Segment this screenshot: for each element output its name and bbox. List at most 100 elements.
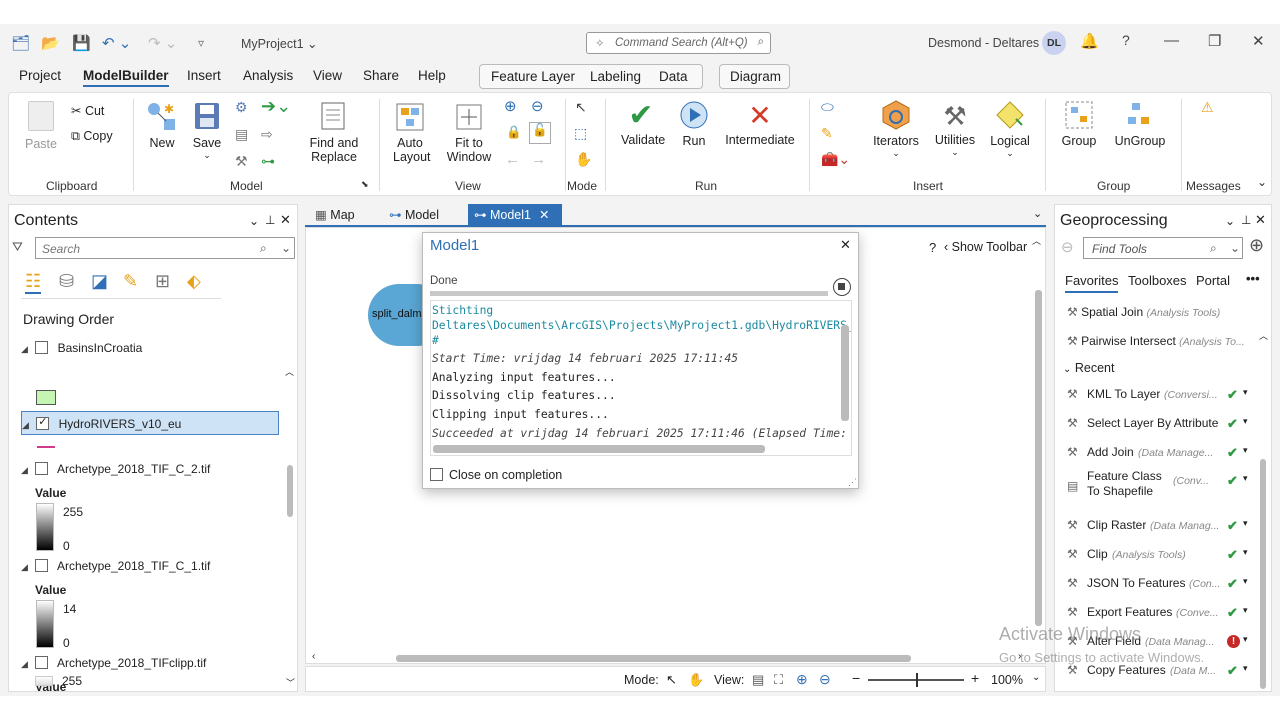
canvas-vertical-scrollbar[interactable]: ︿ (1032, 234, 1044, 654)
scroll-up-icon[interactable]: ︿ (1032, 234, 1041, 247)
chevron-down-icon[interactable]: ▾ (1243, 576, 1248, 587)
next-extent-icon[interactable]: → (531, 151, 546, 168)
scroll-left-icon[interactable]: ‹ (312, 651, 315, 662)
restore-button[interactable]: ❐ (1208, 32, 1221, 50)
zoom-out-icon[interactable]: ⊖ (531, 97, 544, 115)
menu-data[interactable]: Data (659, 69, 688, 84)
previous-extent-icon[interactable]: ← (505, 151, 520, 168)
expand-triangle-icon[interactable]: ◢ (21, 562, 28, 572)
tool-item[interactable]: ⚒ Pairwise Intersect (Analysis To... (1067, 334, 1247, 348)
run-button[interactable]: Run (679, 99, 709, 148)
undo-icon[interactable]: ↶ ⌄ (102, 34, 131, 52)
copy-button[interactable]: ⧉ Copy (71, 129, 113, 144)
layer-visibility-checkbox[interactable] (35, 462, 49, 475)
redo-icon[interactable]: ↷ ⌄ (148, 34, 177, 52)
pan-hand-icon[interactable]: ✋ (575, 151, 592, 168)
report-icon[interactable]: ▤ (235, 126, 248, 143)
scrollbar-thumb[interactable] (1035, 290, 1042, 626)
model-properties-icon[interactable]: ⚙ (235, 99, 248, 116)
avatar[interactable]: DL (1042, 31, 1066, 55)
selection-icon[interactable]: ◪ (91, 271, 108, 292)
menu-feature-layer[interactable]: Feature Layer (491, 69, 575, 84)
editing-pencil-icon[interactable]: ✎ (123, 271, 138, 292)
ungroup-button[interactable]: UnGroup (1113, 99, 1167, 148)
menu-labeling[interactable]: Labeling (590, 69, 641, 84)
chevron-down-icon[interactable]: ▾ (1243, 605, 1248, 616)
chevron-down-icon[interactable]: ▾ (1243, 445, 1248, 456)
message-log[interactable]: Stichting Deltares\Documents\ArcGIS\Proj… (430, 300, 852, 456)
pin-icon[interactable]: ⊥ (1241, 213, 1251, 227)
chevron-down-icon[interactable]: ▾ (1243, 663, 1248, 674)
pane-menu-icon[interactable]: ⌄ (1225, 214, 1235, 228)
auto-layout-icon[interactable]: ▤ (752, 672, 764, 688)
layer-visibility-checkbox[interactable] (35, 341, 49, 354)
new-model-button[interactable]: ✱ New (145, 101, 179, 150)
menu-project[interactable]: Project (19, 68, 61, 83)
zoom-slider[interactable] (868, 673, 964, 687)
tab-model1[interactable]: ⊶ Model1 ✕ (468, 204, 562, 226)
select-cursor-icon[interactable]: ↖ (666, 672, 677, 688)
scrollbar-thumb[interactable] (287, 465, 293, 517)
iterators-button[interactable]: Iterators ⌄ (873, 99, 919, 159)
canvas-horizontal-scrollbar[interactable]: ‹ › (310, 651, 1030, 664)
logical-button[interactable]: Logical ⌄ (989, 99, 1031, 159)
recent-tool-item[interactable]: ▤ Feature Class To Shapefile (Conv... ✔ ▾ (1067, 469, 1257, 498)
label-icon[interactable]: ✎ (821, 125, 833, 142)
canvas-help-icon[interactable]: ? (929, 240, 936, 255)
open-project-icon[interactable]: 📂 (41, 34, 60, 52)
recent-tool-item[interactable]: ⚒ Export Features (Conve... ✔ ▾ (1067, 605, 1257, 625)
recent-tool-item[interactable]: ⚒ Copy Features (Data M... ✔ ▾ (1067, 663, 1257, 683)
menu-modelbuilder[interactable]: ModelBuilder (83, 68, 169, 87)
tab-map[interactable]: ▦ Map (309, 204, 361, 226)
recent-tool-item[interactable]: ⚒ JSON To Features (Con... ✔ ▾ (1067, 576, 1257, 596)
tool-item[interactable]: ⚒ Spatial Join (Analysis Tools) (1067, 305, 1247, 319)
pane-menu-icon[interactable]: ⌄ (249, 214, 259, 228)
log-vertical-scrollbar-thumb[interactable] (841, 325, 849, 421)
expand-triangle-icon[interactable]: ◢ (22, 420, 29, 430)
layer-row[interactable]: ◢ Archetype_2018_TIFclipp.tif (21, 656, 283, 670)
unlock-icon[interactable]: 🔓 (529, 122, 551, 144)
close-tab-icon[interactable]: ✕ (539, 208, 549, 222)
layer-row[interactable]: ◢ Archetype_2018_TIF_C_2.tif (21, 462, 283, 476)
tab-toolboxes[interactable]: Toolboxes (1128, 273, 1187, 288)
intermediate-button[interactable]: ✕ Intermediate (725, 99, 795, 147)
validate-button[interactable]: ✔ Validate (621, 99, 665, 147)
scrollbar-thumb[interactable] (396, 655, 911, 662)
cut-button[interactable]: ✂ Cut (71, 103, 104, 118)
more-options-icon[interactable]: ••• (1246, 271, 1260, 286)
chevron-down-icon[interactable]: ▾ (1243, 387, 1248, 398)
recent-tool-item[interactable]: ⚒ Add Join (Data Manage... ✔ ▾ (1067, 445, 1257, 465)
layer-visibility-checkbox[interactable] (35, 559, 49, 572)
zoom-level[interactable]: 100% (991, 673, 1023, 687)
resize-grip-icon[interactable]: ⋰ (848, 477, 857, 488)
zoom-slider-thumb[interactable] (916, 673, 918, 687)
menu-analysis[interactable]: Analysis (243, 68, 293, 83)
tools-icon[interactable]: ⚒ (235, 153, 248, 170)
collapse-ribbon-icon[interactable]: ⌄ (1257, 175, 1267, 189)
connect-icon[interactable]: ⊶ (261, 153, 275, 170)
close-pane-icon[interactable]: ✕ (280, 212, 291, 228)
layer-row[interactable]: ◢ Archetype_2018_TIF_C_1.tif (21, 559, 283, 573)
recent-tool-item[interactable]: ⚒ Clip Raster (Data Manag... ✔ ▾ (1067, 518, 1257, 538)
tab-portal[interactable]: Portal (1196, 273, 1230, 288)
layer-row[interactable]: ◢ BasinsInCroatia (21, 341, 283, 355)
toolbox-icon[interactable]: 🧰⌄ (821, 151, 850, 168)
contents-scrollbar[interactable]: ︿ (285, 365, 295, 691)
close-dialog-button[interactable]: ✕ (840, 237, 851, 253)
labeling-icon[interactable]: ⬖ (187, 271, 201, 292)
select-rectangle-icon[interactable]: ⬚ (574, 125, 587, 142)
fit-to-window-icon[interactable]: ⛶ (774, 672, 783, 688)
expand-triangle-icon[interactable]: ◢ (21, 465, 28, 475)
expand-triangle-icon[interactable]: ◢ (21, 659, 28, 669)
user-name[interactable]: Desmond - Deltares (928, 36, 1039, 50)
save-model-button[interactable]: Save ⌄ (191, 101, 223, 161)
menu-share[interactable]: Share (363, 68, 399, 83)
menu-help[interactable]: Help (418, 68, 446, 83)
filter-icon[interactable]: ⛛ (12, 239, 23, 255)
chevron-down-icon[interactable]: ▾ (1243, 473, 1248, 484)
chevron-down-icon[interactable]: ⌄ (1032, 672, 1040, 683)
recent-section-header[interactable]: ⌄ Recent (1063, 361, 1114, 375)
find-and-replace-button[interactable]: Find and Replace (305, 101, 363, 164)
scroll-down-icon[interactable]: ﹀ (286, 676, 295, 689)
close-pane-icon[interactable]: ✕ (1255, 212, 1266, 228)
